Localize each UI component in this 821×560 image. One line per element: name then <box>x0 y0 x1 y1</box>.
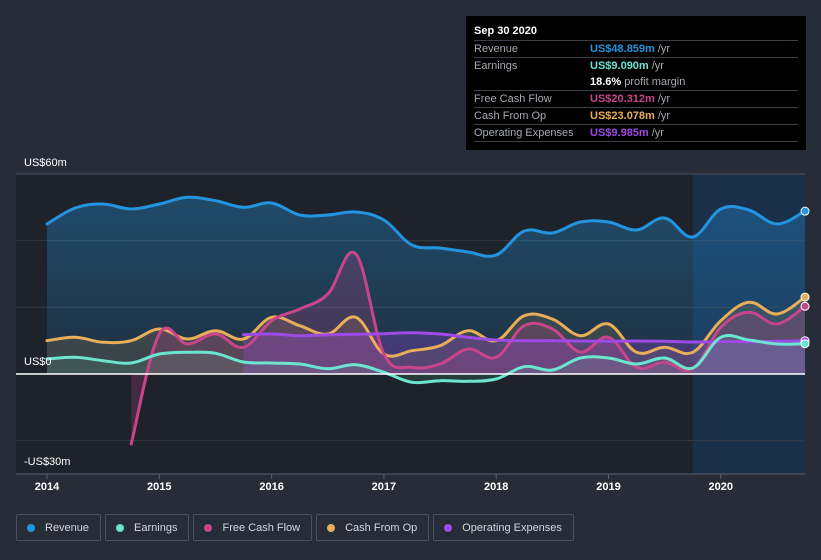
legend-label: Free Cash Flow <box>222 521 301 534</box>
chart-legend: Revenue Earnings Free Cash Flow Cash Fro… <box>16 514 574 541</box>
tooltip-value: US$9.090m <box>590 60 649 72</box>
legend-label: Earnings <box>134 521 178 534</box>
x-tick-label: 2017 <box>371 481 397 493</box>
tooltip-label: Free Cash Flow <box>474 93 552 105</box>
revenue-endpoint-marker[interactable] <box>800 206 810 216</box>
tooltip-row-operating-expenses: Operating Expenses US$9.985m /yr <box>474 125 798 142</box>
tooltip-label: Cash From Op <box>474 110 547 122</box>
x-tick-label: 2020 <box>708 481 734 493</box>
tooltip-unit: /yr <box>651 60 664 72</box>
legend-label: Cash From Op <box>345 521 418 534</box>
x-tick-label: 2016 <box>259 481 284 493</box>
y-tick-label-zero: US$0 <box>24 356 52 368</box>
tooltip-row-cash-from-op: Cash From Op US$23.078m /yr <box>474 108 798 125</box>
free-cash-flow-endpoint-marker[interactable] <box>800 301 810 311</box>
legend-dot-icon <box>444 523 453 532</box>
legend-label: Operating Expenses <box>462 521 562 534</box>
tooltip-row-free-cash-flow: Free Cash Flow US$20.312m /yr <box>474 91 798 108</box>
tooltip-label: Revenue <box>474 43 519 55</box>
tooltip-unit: /yr <box>657 43 671 55</box>
tooltip-unit: /yr <box>657 93 671 105</box>
tooltip-date: Sep 30 2020 <box>474 23 798 41</box>
x-tick-label: 2014 <box>34 481 60 493</box>
tooltip-value: 18.6% <box>590 76 622 88</box>
tooltip-unit: profit margin <box>624 76 686 88</box>
tooltip-label: Operating Expenses <box>474 127 574 139</box>
legend-label: Revenue <box>45 521 90 534</box>
tooltip-unit: /yr <box>657 110 671 122</box>
tooltip-unit: /yr <box>651 127 664 139</box>
cash-from-op-endpoint-marker[interactable] <box>800 292 810 302</box>
legend-dot-icon <box>27 523 35 532</box>
earnings-endpoint-marker[interactable] <box>800 339 810 349</box>
legend-dot-icon <box>204 523 213 532</box>
tooltip-label: Earnings <box>474 60 518 72</box>
x-tick-label: 2015 <box>147 481 172 493</box>
legend-item-earnings[interactable]: Earnings <box>105 514 190 541</box>
y-tick-label-top: US$60m <box>24 157 67 169</box>
legend-dot-icon <box>327 523 336 532</box>
tooltip-value: US$9.985m <box>590 127 649 139</box>
tooltip-label <box>474 74 590 90</box>
tooltip-row-profit-margin: 18.6% profit margin <box>474 74 798 91</box>
legend-dot-icon <box>116 523 125 532</box>
x-tick-label: 2019 <box>596 481 621 493</box>
legend-item-cash-from-op[interactable]: Cash From Op <box>316 514 430 541</box>
y-tick-label-bottom: -US$30m <box>24 456 71 468</box>
tooltip-value: US$48.859m <box>590 43 655 55</box>
tooltip-row-revenue: Revenue US$48.859m /yr <box>474 41 798 58</box>
legend-item-revenue[interactable]: Revenue <box>16 514 102 541</box>
legend-item-free-cash-flow[interactable]: Free Cash Flow <box>193 514 313 541</box>
tooltip-row-earnings: Earnings US$9.090m /yr <box>474 58 798 74</box>
x-tick-label: 2018 <box>483 481 509 493</box>
tooltip-panel: Sep 30 2020 Revenue US$48.859m /yr Earni… <box>466 16 806 150</box>
tooltip-value: US$23.078m <box>590 110 655 122</box>
tooltip-value: US$20.312m <box>590 93 655 105</box>
legend-item-operating-expenses[interactable]: Operating Expenses <box>433 514 574 541</box>
